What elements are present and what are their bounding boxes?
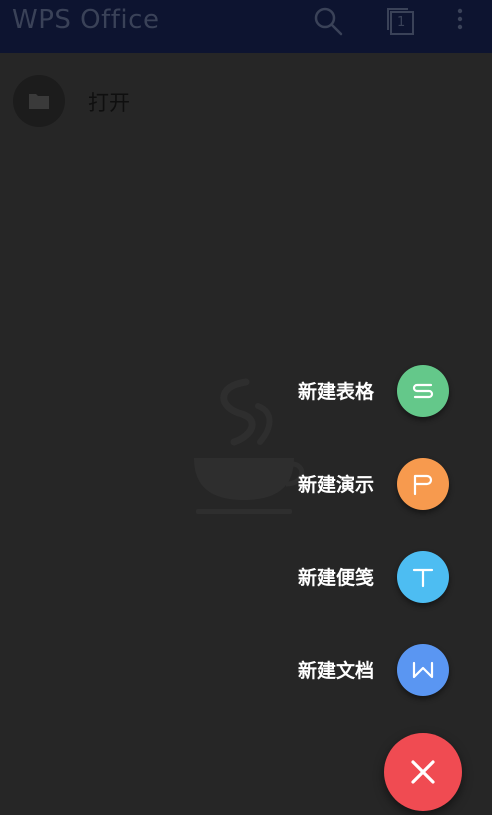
new-note-button[interactable] (397, 551, 449, 603)
folder-icon (13, 75, 65, 127)
new-spreadsheet-label: 新建表格 (297, 381, 374, 403)
spreadsheet-icon (412, 383, 434, 399)
search-icon[interactable] (313, 6, 343, 36)
new-document-button[interactable] (397, 644, 449, 696)
new-spreadsheet-item[interactable]: 新建表格 (0, 364, 492, 420)
open-file-row[interactable]: 打开 (0, 72, 492, 132)
close-icon (411, 760, 435, 784)
more-vert-icon[interactable] (452, 6, 468, 36)
new-document-label: 新建文档 (297, 660, 374, 682)
new-note-item[interactable]: 新建便笺 (0, 550, 492, 606)
new-note-label: 新建便笺 (297, 567, 374, 589)
presentation-icon (413, 474, 433, 496)
tabs-count: 1 (397, 15, 406, 30)
tabs-icon[interactable]: 1 (384, 6, 414, 36)
new-document-item[interactable]: 新建文档 (0, 643, 492, 699)
new-spreadsheet-button[interactable] (397, 365, 449, 417)
new-presentation-button[interactable] (397, 458, 449, 510)
app-bar: WPS Office 1 (0, 0, 492, 53)
open-label: 打开 (88, 91, 130, 115)
new-presentation-label: 新建演示 (297, 474, 374, 496)
new-presentation-item[interactable]: 新建演示 (0, 457, 492, 513)
app-title: WPS Office (12, 5, 160, 35)
close-menu-button[interactable] (384, 733, 462, 811)
note-icon (412, 568, 434, 588)
document-icon (412, 661, 434, 679)
